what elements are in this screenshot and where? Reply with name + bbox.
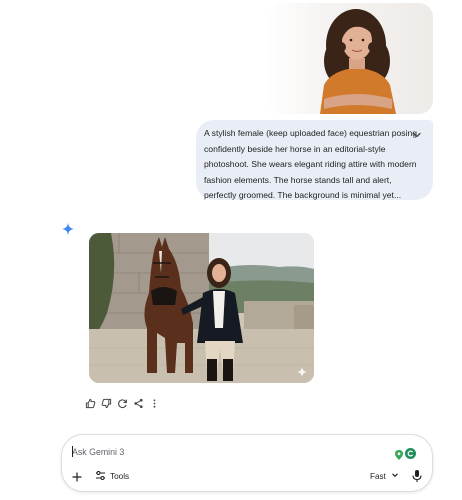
uploaded-image[interactable] — [266, 3, 433, 114]
tools-button[interactable]: Tools — [95, 468, 129, 484]
tools-label: Tools — [110, 471, 130, 481]
gemini-spark-icon — [62, 222, 74, 235]
location-pin-icon[interactable] — [395, 447, 403, 460]
thumbs-up-icon[interactable] — [85, 398, 96, 409]
microphone-icon[interactable] — [411, 469, 423, 483]
response-actions — [85, 396, 160, 410]
generated-image[interactable] — [89, 233, 314, 383]
more-vert-icon[interactable] — [149, 398, 160, 409]
prompt-line: confidently beside her horse in an edito… — [204, 143, 386, 154]
prompt-line: fashion elements. The horse stands tall … — [204, 174, 392, 185]
watermark-sparkle-icon — [297, 367, 307, 377]
extension-icon[interactable] — [405, 446, 416, 459]
prompt-line: photoshoot. She wears elegant riding att… — [204, 159, 417, 170]
add-attachment-icon[interactable] — [71, 470, 83, 482]
share-icon[interactable] — [133, 398, 144, 409]
thumbs-down-icon[interactable] — [101, 398, 112, 409]
prompt-input[interactable] — [72, 444, 372, 460]
text-cursor — [72, 446, 73, 457]
tools-icon — [95, 470, 106, 483]
expand-chevron-icon[interactable] — [411, 129, 423, 141]
regenerate-icon[interactable] — [117, 398, 128, 409]
mode-label: Fast — [370, 471, 386, 481]
chevron-down-icon — [391, 471, 399, 481]
prompt-line: A stylish female (keep uploaded face) eq… — [204, 128, 418, 138]
prompt-line: perfectly groomed. The background is min… — [204, 190, 402, 201]
prompt-composer: Tools Fast — [61, 434, 433, 492]
model-mode-selector[interactable]: Fast — [370, 468, 399, 484]
user-prompt-bubble: A stylish female (keep uploaded face) eq… — [196, 120, 433, 200]
